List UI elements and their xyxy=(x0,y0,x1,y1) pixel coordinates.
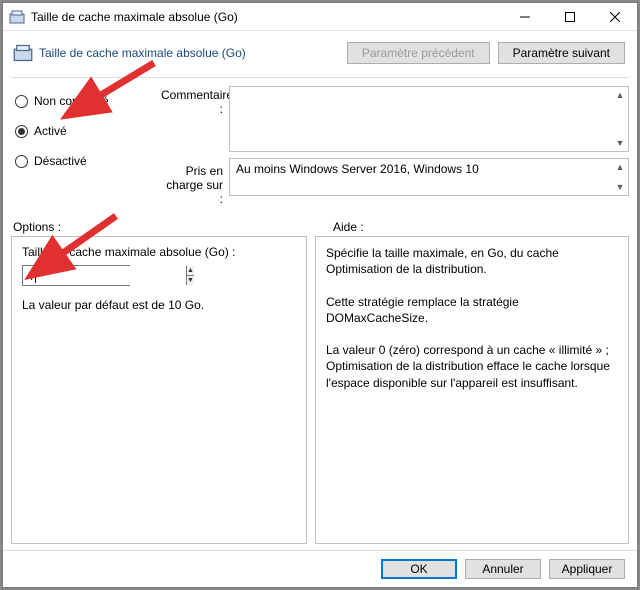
close-button[interactable] xyxy=(592,3,637,31)
titlebar: Taille de cache maximale absolue (Go) xyxy=(3,3,637,31)
supported-on-text: Au moins Windows Server 2016, Windows 10 xyxy=(236,162,479,176)
section-labels: Options : Aide : xyxy=(3,214,637,236)
supported-on-box: Au moins Windows Server 2016, Windows 10… xyxy=(229,158,629,196)
help-p3: La valeur 0 (zéro) correspond à un cache… xyxy=(326,342,618,391)
button-bar: OK Annuler Appliquer xyxy=(3,550,637,587)
radio-disabled[interactable]: Désactivé xyxy=(15,154,161,168)
radio-label: Activé xyxy=(34,124,67,138)
option-default-text: La valeur par défaut est de 10 Go. xyxy=(22,298,296,312)
help-pane: Spécifie la taille maximale, en Go, du c… xyxy=(315,236,629,544)
header-title: Taille de cache maximale absolue (Go) xyxy=(39,46,339,60)
spin-down-icon[interactable]: ▼ xyxy=(187,276,194,285)
apply-button[interactable]: Appliquer xyxy=(549,559,625,579)
text-caret xyxy=(35,268,36,283)
scrollbar[interactable]: ▲ ▼ xyxy=(612,87,628,151)
comment-textbox[interactable]: ▲ ▼ xyxy=(229,86,629,152)
radio-enabled[interactable]: Activé xyxy=(15,124,161,138)
prev-setting-button[interactable]: Paramètre précédent xyxy=(347,42,490,64)
spin-up-icon[interactable]: ▲ xyxy=(187,266,194,276)
policy-icon xyxy=(13,43,33,63)
radio-icon xyxy=(15,155,28,168)
state-radios: Non configuré Activé Désactivé xyxy=(11,86,161,210)
app-icon xyxy=(9,9,25,25)
options-pane: Taille de cache maximale absolue (Go) : … xyxy=(11,236,307,544)
scroll-up-icon[interactable]: ▲ xyxy=(612,159,628,175)
option-field-label: Taille de cache maximale absolue (Go) : xyxy=(22,245,296,259)
help-p2: Cette stratégie remplace la stratégie DO… xyxy=(326,294,618,326)
scroll-up-icon[interactable]: ▲ xyxy=(612,87,628,103)
radio-label: Désactivé xyxy=(34,154,87,168)
maximize-button[interactable] xyxy=(547,3,592,31)
scrollbar[interactable]: ▲ ▼ xyxy=(612,159,628,195)
scroll-down-icon[interactable]: ▼ xyxy=(612,135,628,151)
radio-icon xyxy=(15,95,28,108)
cancel-button[interactable]: Annuler xyxy=(465,559,541,579)
next-setting-button[interactable]: Paramètre suivant xyxy=(498,42,625,64)
radio-not-configured[interactable]: Non configuré xyxy=(15,94,161,108)
ok-button[interactable]: OK xyxy=(381,559,457,579)
cache-size-spinner[interactable]: ▲ ▼ xyxy=(22,265,130,286)
config-area: Non configuré Activé Désactivé Commentai… xyxy=(3,78,637,214)
header: Taille de cache maximale absolue (Go) Pa… xyxy=(3,31,637,71)
comment-label: Commentaire : xyxy=(161,88,223,154)
minimize-button[interactable] xyxy=(502,3,547,31)
supported-on-label: Pris en charge sur : xyxy=(161,164,223,206)
help-label: Aide : xyxy=(313,220,627,234)
window-title: Taille de cache maximale absolue (Go) xyxy=(31,10,502,24)
cache-size-input[interactable] xyxy=(23,266,186,285)
options-label: Options : xyxy=(13,220,313,234)
scroll-down-icon[interactable]: ▼ xyxy=(612,179,628,195)
dialog-window: Taille de cache maximale absolue (Go) Ta… xyxy=(2,2,638,588)
help-p1: Spécifie la taille maximale, en Go, du c… xyxy=(326,245,618,277)
panes: Taille de cache maximale absolue (Go) : … xyxy=(3,236,637,550)
radio-label: Non configuré xyxy=(34,94,109,108)
radio-icon xyxy=(15,125,28,138)
